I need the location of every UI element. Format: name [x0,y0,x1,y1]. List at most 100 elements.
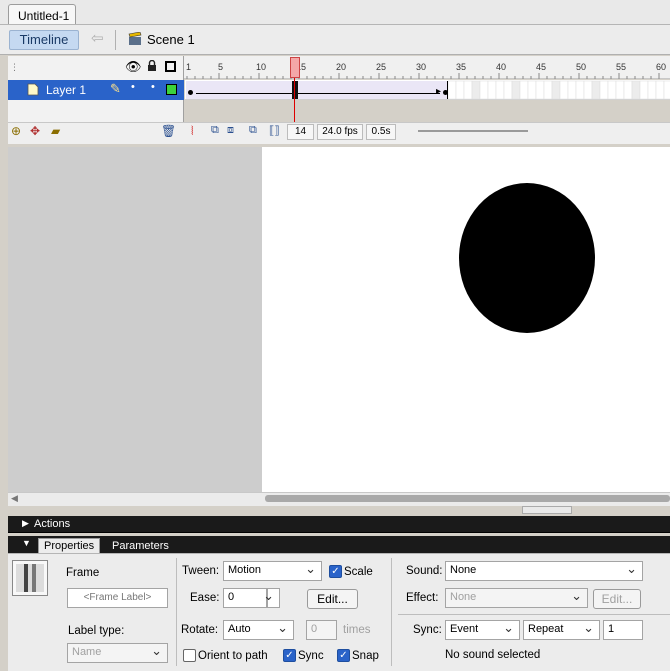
outline-color-swatch[interactable] [166,84,177,95]
playhead[interactable] [290,57,300,78]
eye-icon[interactable]: 👁 [125,60,142,73]
repeat-select[interactable]: Repeat [523,620,600,640]
divider [398,614,670,615]
empty-frame-cell [471,80,481,100]
ease-label: Ease: [190,592,220,604]
layer-row-layer-1[interactable]: Layer 1 ✎ • • [8,80,184,100]
empty-frame-cell [543,80,553,100]
scale-checkbox[interactable]: ✓ [329,565,342,578]
label-type-select[interactable]: Name [67,643,168,663]
actions-panel-header[interactable]: ▶ Actions [8,516,670,533]
tween-label: Tween: [182,565,220,577]
elapsed-time-readout: 0.5s [366,124,396,140]
orient-to-path-label: Orient to path [198,650,268,662]
scroll-left-arrow-icon[interactable]: ◀ [11,493,18,504]
empty-frame-cell [607,80,617,100]
timeline-toggle-button[interactable]: Timeline [9,30,79,50]
empty-frame-cell [615,80,625,100]
orient-to-path-checkbox[interactable] [183,649,196,662]
empty-frame-cell [511,80,521,100]
tween-select[interactable]: Motion [223,561,322,581]
empty-frame-cell [495,80,505,100]
modify-onion-markers-icon[interactable]: ⟦⟧ [269,124,280,137]
empty-frame-cell [647,80,657,100]
frame-section-title: Frame [66,567,100,579]
empty-frame-cell [448,80,457,100]
scale-label: Scale [344,566,373,578]
sync-select[interactable]: Event [445,620,520,640]
rotate-times-input[interactable]: 0 [306,620,337,640]
ruler-number: 1 [186,62,192,72]
rotate-label: Rotate: [181,624,219,636]
scene-label[interactable]: Scene 1 [147,32,195,47]
ease-input[interactable]: 0 [223,588,267,608]
empty-frame-cell [487,80,497,100]
empty-frame-cell [559,80,569,100]
collapse-handle[interactable] [522,506,572,514]
center-frame-icon[interactable]: ⦚ [191,124,194,139]
layer-name[interactable]: Layer 1 [46,83,86,97]
tab-parameters[interactable]: Parameters [112,540,169,552]
insert-layer-icon[interactable]: ⊕ [11,124,21,138]
ruler-number: 5 [218,62,224,72]
actions-panel-title: Actions [34,518,71,530]
effect-label: Effect: [406,592,439,604]
lock-icon[interactable] [147,60,157,72]
onion-skin-icon[interactable]: ⧉ [211,124,219,137]
edit-effect-button[interactable]: Edit... [593,589,641,609]
sound-select[interactable]: None [445,561,643,581]
empty-frame-cell [551,80,561,100]
ruler-number: 20 [336,62,347,72]
layer-page-icon [27,83,39,96]
document-tab[interactable]: Untitled-1 [8,4,76,25]
empty-frame-cell [663,80,670,100]
ruler-number: 10 [256,62,267,72]
empty-frame-cell [575,80,585,100]
tween-arrow-head-icon: ▸ [436,86,442,97]
empty-frame-cell [599,80,609,100]
drag-handle-icon[interactable]: ⋮ [10,62,19,73]
stage[interactable] [262,147,670,492]
empty-frame-cell [455,80,465,100]
edit-bar: Timeline ⇦ Scene 1 [0,24,670,55]
tab-properties[interactable]: Properties [38,538,100,554]
end-keyframe[interactable] [443,90,448,95]
ruler-number: 25 [376,62,387,72]
document-tab-strip [0,0,670,24]
frame-label-input[interactable]: <Frame Label> [67,588,168,608]
ruler-number: 40 [496,62,507,72]
snap-label: Snap [352,650,379,662]
edit-multiple-frames-icon[interactable]: ⧉ [249,124,257,137]
ease-slider-toggle[interactable] [263,588,280,608]
repeat-count-input[interactable]: 1 [603,620,643,640]
rotate-select[interactable]: Auto [223,620,294,640]
ruler-number: 45 [536,62,547,72]
insert-folder-icon[interactable]: ▰ [51,124,60,138]
lock-dot[interactable]: • [151,81,155,93]
visibility-dot[interactable]: • [131,81,135,93]
empty-frame-cell [463,80,473,100]
outline-icon[interactable] [165,61,176,72]
frame-icon [12,560,48,596]
onion-skin-outlines-icon[interactable]: ⧈ [227,124,234,137]
motion-tween-span[interactable] [186,81,448,99]
effect-select[interactable]: None [445,588,588,608]
start-keyframe[interactable] [188,90,193,95]
scrollbar-thumb[interactable] [265,495,670,502]
current-frame-marker [292,81,298,99]
empty-frame-cell [583,80,593,100]
frame-rate-readout[interactable]: 24.0 fps [317,124,363,140]
sound-label: Sound: [406,565,443,577]
edit-ease-button[interactable]: Edit... [307,589,358,609]
add-motion-guide-icon[interactable]: ✥ [30,124,40,138]
circle-shape[interactable] [459,183,595,333]
snap-checkbox[interactable]: ✓ [337,649,350,662]
trash-icon[interactable]: 🗑 [161,124,176,138]
sync-checkbox[interactable]: ✓ [283,649,296,662]
clapperboard-icon [128,32,142,45]
properties-panel-header[interactable]: ▼ [8,536,670,553]
pencil-icon: ✎ [110,81,121,96]
back-arrow-icon[interactable]: ⇦ [91,30,105,48]
timeline-scrollbar[interactable] [418,130,528,132]
empty-frame-cell [567,80,577,100]
